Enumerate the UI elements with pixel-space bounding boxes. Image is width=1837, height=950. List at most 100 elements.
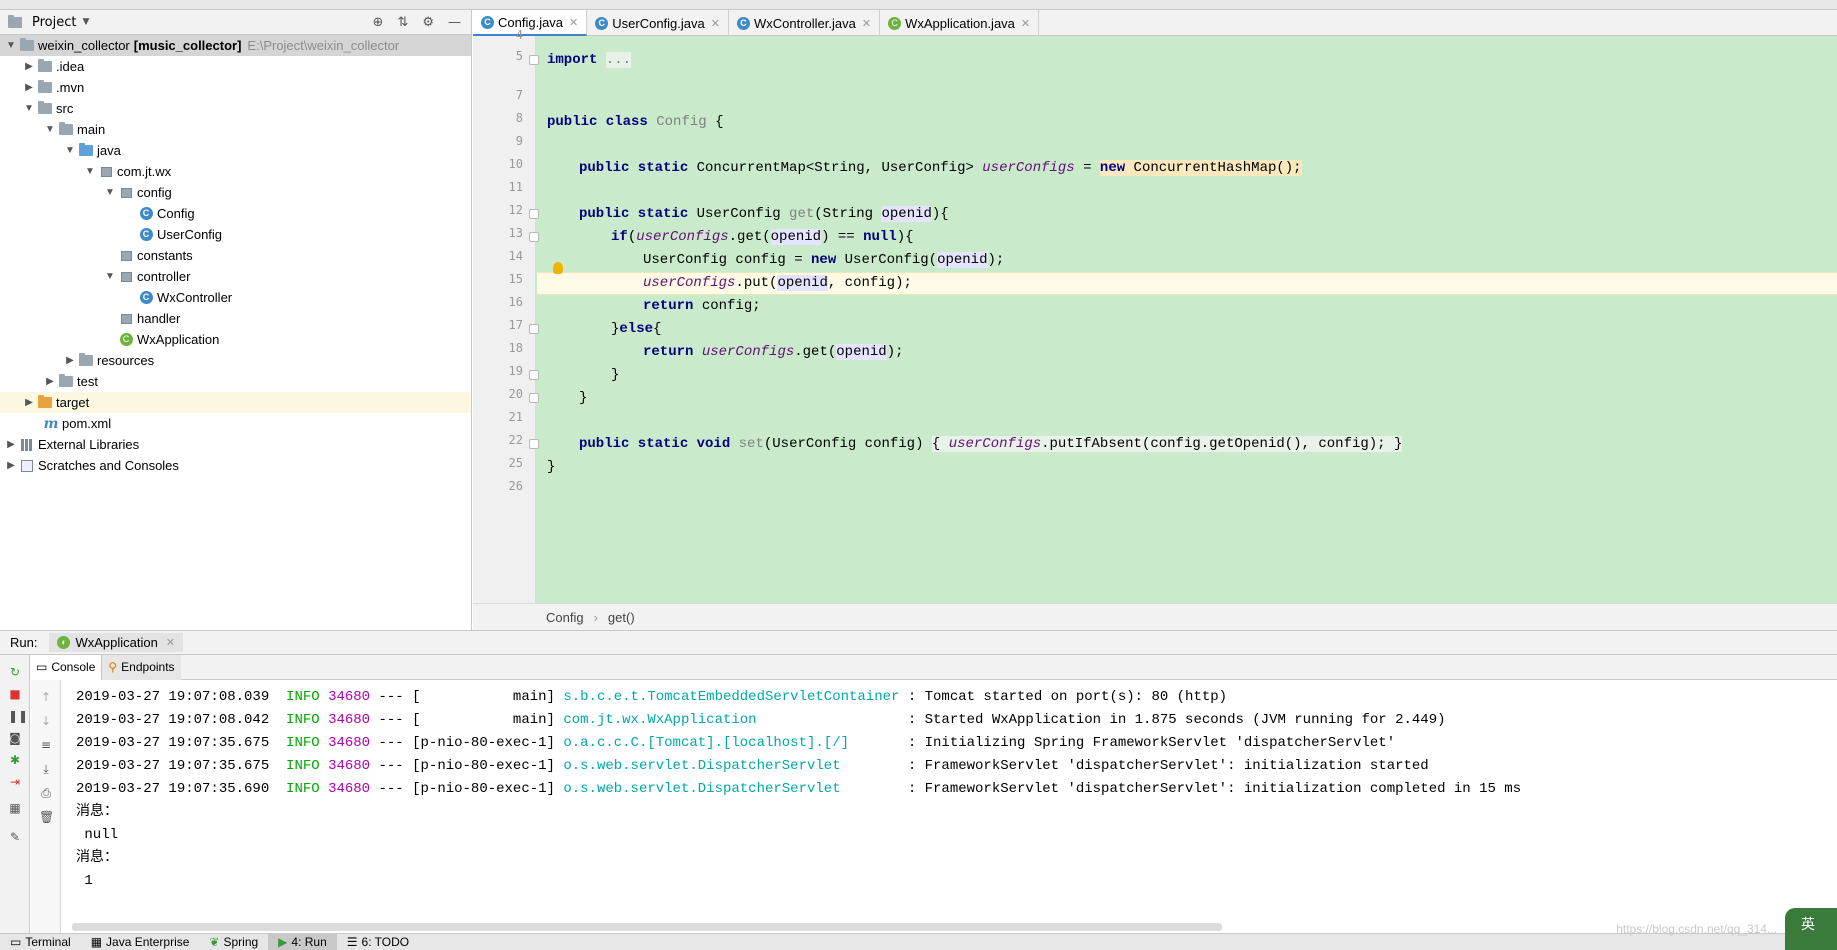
tab-spring[interactable]: ❦ Spring xyxy=(199,934,268,950)
package-icon xyxy=(119,313,133,325)
tree-item-config-class[interactable]: C Config xyxy=(0,203,471,224)
tree-item-main[interactable]: ▼ main xyxy=(0,119,471,140)
tab-userconfig-java[interactable]: C UserConfig.java ✕ xyxy=(587,10,729,36)
rerun-icon[interactable]: ↻ xyxy=(8,665,22,679)
tab-console[interactable]: ▭ Console xyxy=(30,654,103,680)
print-icon[interactable]: ⎙ xyxy=(39,786,53,800)
tab-java-enterprise[interactable]: ▦ Java Enterprise xyxy=(81,934,200,950)
log-line: 2019-03-27 19:07:35.675 INFO 34680 --- [… xyxy=(76,758,1429,774)
code-editor[interactable]: 4 5 7 8 9 10 11 12 13 14 15 16 17 18 19 … xyxy=(473,28,1837,603)
tab-wxapplication-java[interactable]: C WxApplication.java ✕ xyxy=(880,10,1040,36)
chevron-right-icon[interactable]: ▶ xyxy=(4,460,18,471)
tab-terminal[interactable]: ▭ Terminal xyxy=(0,934,81,950)
tab-todo[interactable]: ☰ 6: TODO xyxy=(337,934,419,950)
module-path: E:\Project\weixin_collector xyxy=(247,38,400,53)
scroll-to-end-icon[interactable]: ⤓ xyxy=(39,762,53,776)
tree-item-pom-xml[interactable]: m pom.xml xyxy=(0,413,471,434)
folder-icon xyxy=(38,59,52,73)
tree-item-scratches[interactable]: ▶ Scratches and Consoles xyxy=(0,455,471,476)
console-output[interactable]: 2019-03-27 19:07:08.039 INFO 34680 --- [… xyxy=(62,680,1837,933)
close-icon[interactable]: ✕ xyxy=(1021,17,1030,30)
chevron-right-icon[interactable]: ▶ xyxy=(22,397,36,408)
stop-icon[interactable]: ■ xyxy=(8,687,22,701)
line-number: 16 xyxy=(508,295,523,309)
locate-icon[interactable]: ⊕ xyxy=(373,15,384,30)
collapse-all-icon[interactable]: ⇅ xyxy=(397,15,408,30)
folder-icon xyxy=(38,80,52,94)
tree-item-java[interactable]: ▼ java xyxy=(0,140,471,161)
close-icon[interactable]: ✕ xyxy=(711,17,720,30)
run-icon: ▶ xyxy=(278,935,288,949)
tree-item-test[interactable]: ▶ test xyxy=(0,371,471,392)
layout-icon[interactable]: ▦ xyxy=(8,801,22,815)
horizontal-scrollbar[interactable] xyxy=(72,923,1222,931)
chevron-down-icon[interactable]: ▼ xyxy=(103,187,117,198)
spring-boot-icon: ◐ xyxy=(57,636,71,649)
tree-item-target[interactable]: ▶ target xyxy=(0,392,471,413)
pause-icon[interactable]: ❚❚ xyxy=(8,709,28,723)
tree-item-constants[interactable]: constants xyxy=(0,245,471,266)
breadcrumb-item[interactable]: get() xyxy=(608,610,635,625)
tab-wxcontroller-java[interactable]: C WxController.java ✕ xyxy=(729,10,881,36)
chevron-right-icon[interactable]: ▶ xyxy=(4,439,18,450)
arrow-down-icon[interactable]: ↓ xyxy=(39,714,53,728)
chevron-down-icon[interactable]: ▼ xyxy=(83,166,97,177)
run-config-tab[interactable]: ◐ WxApplication ✕ xyxy=(49,633,184,652)
close-icon[interactable]: ✕ xyxy=(569,16,578,29)
tree-item-weixin-collector[interactable]: ▼ weixin_collector [music_collector] E:\… xyxy=(0,35,471,56)
tree-item-userconfig-class[interactable]: C UserConfig xyxy=(0,224,471,245)
chevron-right-icon[interactable]: ▶ xyxy=(63,355,77,366)
chevron-right-icon[interactable]: ▶ xyxy=(22,61,36,72)
project-panel: Project ▼ ⊕ ⇅ ⚙ — ▼ weixin_collector [mu… xyxy=(0,10,472,630)
tree-item-wxcontroller-class[interactable]: C WxController xyxy=(0,287,471,308)
class-icon: C xyxy=(595,16,609,30)
tree-item-label: test xyxy=(77,374,98,389)
maven-file-icon: m xyxy=(43,415,59,432)
lightbulb-icon[interactable] xyxy=(553,262,563,274)
code-area[interactable]: import ... public class Config { public … xyxy=(537,36,1837,603)
code-line-15: userConfigs.put(openid, config); xyxy=(643,275,912,291)
ime-indicator[interactable]: 英 xyxy=(1785,908,1837,950)
project-view-selector[interactable]: Project xyxy=(32,15,76,30)
tree-item-wxapplication-class[interactable]: C WxApplication xyxy=(0,329,471,350)
code-line-10: public static ConcurrentMap<String, User… xyxy=(579,160,1302,176)
chevron-down-icon[interactable]: ▼ xyxy=(4,40,18,51)
tree-item-com-jt-wx[interactable]: ▼ com.jt.wx xyxy=(0,161,471,182)
tree-item-resources[interactable]: ▶ resources xyxy=(0,350,471,371)
close-icon[interactable]: ✕ xyxy=(166,636,175,649)
soft-wrap-icon[interactable]: ≡ xyxy=(39,738,53,752)
pin-icon[interactable]: ✎ xyxy=(8,830,22,844)
breadcrumb-item[interactable]: Config xyxy=(546,610,584,625)
tree-item-config[interactable]: ▼ config xyxy=(0,182,471,203)
chevron-right-icon[interactable]: ▶ xyxy=(43,376,57,387)
chevron-right-icon[interactable]: ▶ xyxy=(22,82,36,93)
tab-run[interactable]: ▶ 4: Run xyxy=(268,933,337,950)
chevron-down-icon[interactable]: ▼ xyxy=(82,17,89,27)
chevron-down-icon[interactable]: ▼ xyxy=(63,145,77,156)
tree-item-label: External Libraries xyxy=(38,437,140,452)
code-line-13: if(userConfigs.get(openid) == null){ xyxy=(611,229,914,245)
line-number: 25 xyxy=(508,456,523,470)
debug-icon[interactable]: ✱ xyxy=(8,753,22,767)
tab-endpoints[interactable]: ⚲ Endpoints xyxy=(102,654,181,680)
chevron-down-icon[interactable]: ▼ xyxy=(22,103,36,114)
chevron-down-icon[interactable]: ▼ xyxy=(43,124,57,135)
trash-icon[interactable]: 🗑 xyxy=(39,810,54,824)
tree-item-mvn[interactable]: ▶ .mvn xyxy=(0,77,471,98)
tree-item-external-libraries[interactable]: ▶ External Libraries xyxy=(0,434,471,455)
gear-icon[interactable]: ⚙ xyxy=(422,15,434,30)
tree-item-handler[interactable]: handler xyxy=(0,308,471,329)
chevron-down-icon[interactable]: ▼ xyxy=(103,271,117,282)
hide-icon[interactable]: — xyxy=(448,15,461,30)
line-number: 19 xyxy=(508,364,523,378)
arrow-up-icon[interactable]: ↑ xyxy=(39,690,53,704)
tree-item-src[interactable]: ▼ src xyxy=(0,98,471,119)
camera-icon[interactable]: ◙ xyxy=(8,731,22,745)
close-icon[interactable]: ✕ xyxy=(862,17,871,30)
tree-item-idea[interactable]: ▶ .idea xyxy=(0,56,471,77)
log-line: 2019-03-27 19:07:35.690 INFO 34680 --- [… xyxy=(76,781,1522,797)
editor-tabs: C Config.java ✕ C UserConfig.java ✕ C Wx… xyxy=(473,10,1837,36)
resources-folder-icon xyxy=(79,353,93,367)
tree-item-controller[interactable]: ▼ controller xyxy=(0,266,471,287)
exit-icon[interactable]: ⇥ xyxy=(8,775,22,789)
